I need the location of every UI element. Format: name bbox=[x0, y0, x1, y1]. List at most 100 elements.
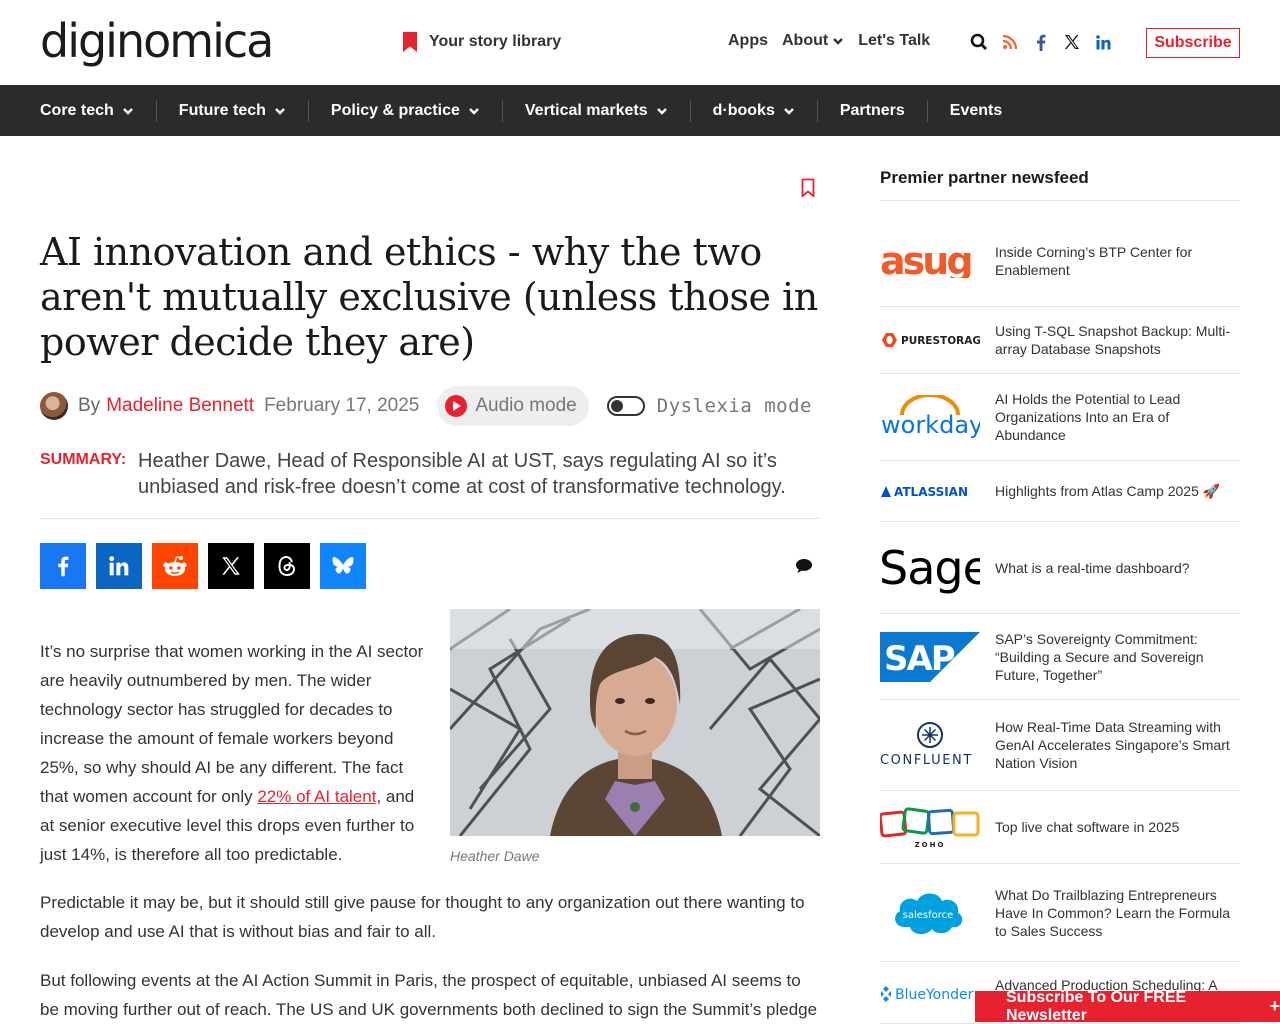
nav-divider bbox=[155, 99, 157, 122]
nav-label: Partners bbox=[839, 101, 905, 119]
news-title: What is a real-time dashboard? bbox=[995, 559, 1190, 576]
ai-talent-link[interactable]: 22% of AI talent bbox=[257, 787, 376, 806]
summary: SUMMARY: Heather Dawe, Head of Responsib… bbox=[40, 448, 820, 500]
nav-divider bbox=[689, 99, 691, 122]
facebook-icon[interactable] bbox=[1031, 30, 1051, 54]
blueyonder-logo: BlueYonder bbox=[880, 984, 980, 1004]
story-library-label: Your story library bbox=[429, 33, 562, 50]
header-icons bbox=[969, 30, 1124, 54]
sage-logo: Sage bbox=[880, 540, 980, 596]
dyslexia-mode-label: Dyslexia mode bbox=[656, 395, 812, 417]
photo-caption: Heather Dawe bbox=[450, 848, 540, 864]
chevron-down-icon bbox=[783, 107, 794, 115]
nav-divider bbox=[816, 99, 818, 122]
story-library-link[interactable]: Your story library bbox=[403, 32, 561, 52]
facebook-icon bbox=[58, 556, 69, 577]
news-title: Inside Corning’s BTP Center for Enableme… bbox=[995, 244, 1193, 278]
nav-core-tech[interactable]: Core tech bbox=[40, 102, 134, 120]
nav-about[interactable]: About bbox=[782, 32, 828, 50]
share-reddit-button[interactable] bbox=[152, 543, 198, 589]
nav-vertical-markets[interactable]: Vertical markets bbox=[525, 102, 668, 120]
search-icon[interactable] bbox=[969, 30, 989, 54]
bookmark-outline-icon[interactable] bbox=[801, 178, 815, 198]
divider bbox=[40, 518, 820, 519]
news-title: Using T-SQL Snapshot Backup: Multi-array… bbox=[995, 323, 1230, 357]
author-link[interactable]: Madeline Bennett bbox=[106, 395, 254, 417]
threads-icon bbox=[278, 555, 296, 577]
news-item[interactable]: PURESTORAGE Using T-SQL Snapshot Backup:… bbox=[880, 307, 1240, 374]
chevron-down-icon bbox=[275, 107, 285, 115]
nav-lets-talk[interactable]: Let's Talk bbox=[858, 32, 930, 50]
nav-dbooks[interactable]: d·books bbox=[713, 102, 795, 120]
news-item[interactable]: ATLASSIAN Highlights from Atlas Camp 202… bbox=[880, 461, 1240, 522]
share-linkedin-button[interactable] bbox=[96, 543, 142, 589]
author-avatar[interactable] bbox=[40, 392, 68, 420]
paragraph-3: But following events at the AI Action Su… bbox=[40, 971, 818, 1019]
news-title: SAP’s Sovereignty Commitment: “Building … bbox=[995, 630, 1204, 683]
logo-wordmark: salesforce bbox=[903, 910, 954, 921]
main-nav: Core tech Future tech Policy & practice … bbox=[0, 85, 1280, 136]
sidebar-title: Premier partner newsfeed bbox=[880, 168, 1089, 187]
byline: By Madeline Bennett February 17, 2025 Au… bbox=[40, 386, 812, 426]
article-title: AI innovation and ethics - why the two a… bbox=[40, 230, 818, 364]
dyslexia-toggle[interactable] bbox=[606, 396, 645, 416]
share-bar bbox=[40, 543, 376, 589]
logo-wordmark: workday. bbox=[881, 411, 980, 439]
chevron-down-icon[interactable] bbox=[832, 35, 844, 47]
news-item[interactable]: CONFLUENT How Real-Time Data Streaming w… bbox=[880, 700, 1240, 791]
paragraph-2: Predictable it may be, but it should sti… bbox=[40, 893, 805, 941]
share-bluesky-button[interactable] bbox=[320, 543, 366, 589]
workday-logo: workday. bbox=[880, 395, 980, 439]
news-title: Highlights from Atlas Camp 2025 🚀 bbox=[995, 483, 1221, 499]
bluesky-icon bbox=[332, 557, 354, 574]
news-item[interactable]: SAP SAP’s Sovereignty Commitment: “Build… bbox=[880, 614, 1240, 700]
nav-label: Vertical markets bbox=[524, 101, 648, 119]
news-item[interactable]: workday. AI Holds the Potential to Lead … bbox=[880, 374, 1240, 461]
x-twitter-icon[interactable] bbox=[1062, 30, 1082, 54]
subscribe-button[interactable]: Subscribe bbox=[1146, 28, 1240, 58]
nav-label: Core tech bbox=[40, 101, 114, 119]
confluent-logo: CONFLUENT bbox=[880, 721, 980, 769]
nav-partners[interactable]: Partners bbox=[840, 102, 905, 120]
divider bbox=[880, 200, 1240, 201]
summary-label: SUMMARY: bbox=[40, 451, 127, 468]
share-x-button[interactable] bbox=[208, 543, 254, 589]
share-threads-button[interactable] bbox=[264, 543, 310, 589]
audio-mode-button[interactable]: Audio mode bbox=[437, 386, 589, 426]
p1-text-a: It’s no surprise that women working in t… bbox=[40, 642, 424, 806]
logo-text: diginomica bbox=[40, 14, 274, 68]
logo-wordmark: asug bbox=[880, 244, 971, 278]
zoho-logo: ZOHO bbox=[880, 805, 980, 849]
newsletter-subscribe-bar[interactable]: Subscribe To Our FREE Newsletter + bbox=[975, 989, 1280, 1024]
nav-label: Future tech bbox=[178, 101, 266, 119]
bookmark-icon bbox=[403, 32, 417, 52]
logo-wordmark: PURESTORAGE bbox=[901, 335, 980, 347]
logo-wordmark: ZOHO bbox=[915, 841, 946, 849]
share-facebook-button[interactable] bbox=[40, 543, 86, 589]
play-icon bbox=[445, 395, 468, 417]
linkedin-icon[interactable] bbox=[1093, 30, 1113, 54]
nav-divider bbox=[307, 99, 309, 122]
atlassian-logo: ATLASSIAN bbox=[880, 483, 980, 499]
nav-policy-practice[interactable]: Policy & practice bbox=[331, 102, 480, 120]
logo-wordmark: BlueYonder bbox=[895, 987, 974, 1003]
rss-icon[interactable] bbox=[1000, 30, 1020, 54]
news-item[interactable]: salesforce What Do Trailblazing Entrepre… bbox=[880, 864, 1240, 962]
sap-logo: SAP bbox=[880, 631, 980, 682]
nav-apps[interactable]: Apps bbox=[728, 32, 768, 50]
site-logo[interactable]: diginomica bbox=[40, 14, 274, 68]
nav-future-tech[interactable]: Future tech bbox=[179, 102, 286, 120]
asug-logo: asug bbox=[880, 244, 980, 278]
comment-icon[interactable] bbox=[795, 558, 813, 574]
salesforce-logo: salesforce bbox=[880, 885, 980, 941]
top-header: diginomica Your story library Apps About… bbox=[0, 0, 1280, 85]
nav-events[interactable]: Events bbox=[950, 102, 1002, 120]
news-item[interactable]: ZOHO Top live chat software in 2025 bbox=[880, 791, 1240, 864]
linkedin-icon bbox=[109, 556, 129, 576]
news-item[interactable]: asug Inside Corning’s BTP Center for Ena… bbox=[880, 216, 1240, 307]
logo-wordmark: Sage bbox=[880, 541, 980, 595]
reddit-icon bbox=[163, 556, 187, 576]
news-item[interactable]: Sage What is a real-time dashboard? bbox=[880, 522, 1240, 614]
news-title: Top live chat software in 2025 bbox=[995, 819, 1180, 835]
paragraph-1: It’s no surprise that women working in t… bbox=[40, 637, 430, 869]
